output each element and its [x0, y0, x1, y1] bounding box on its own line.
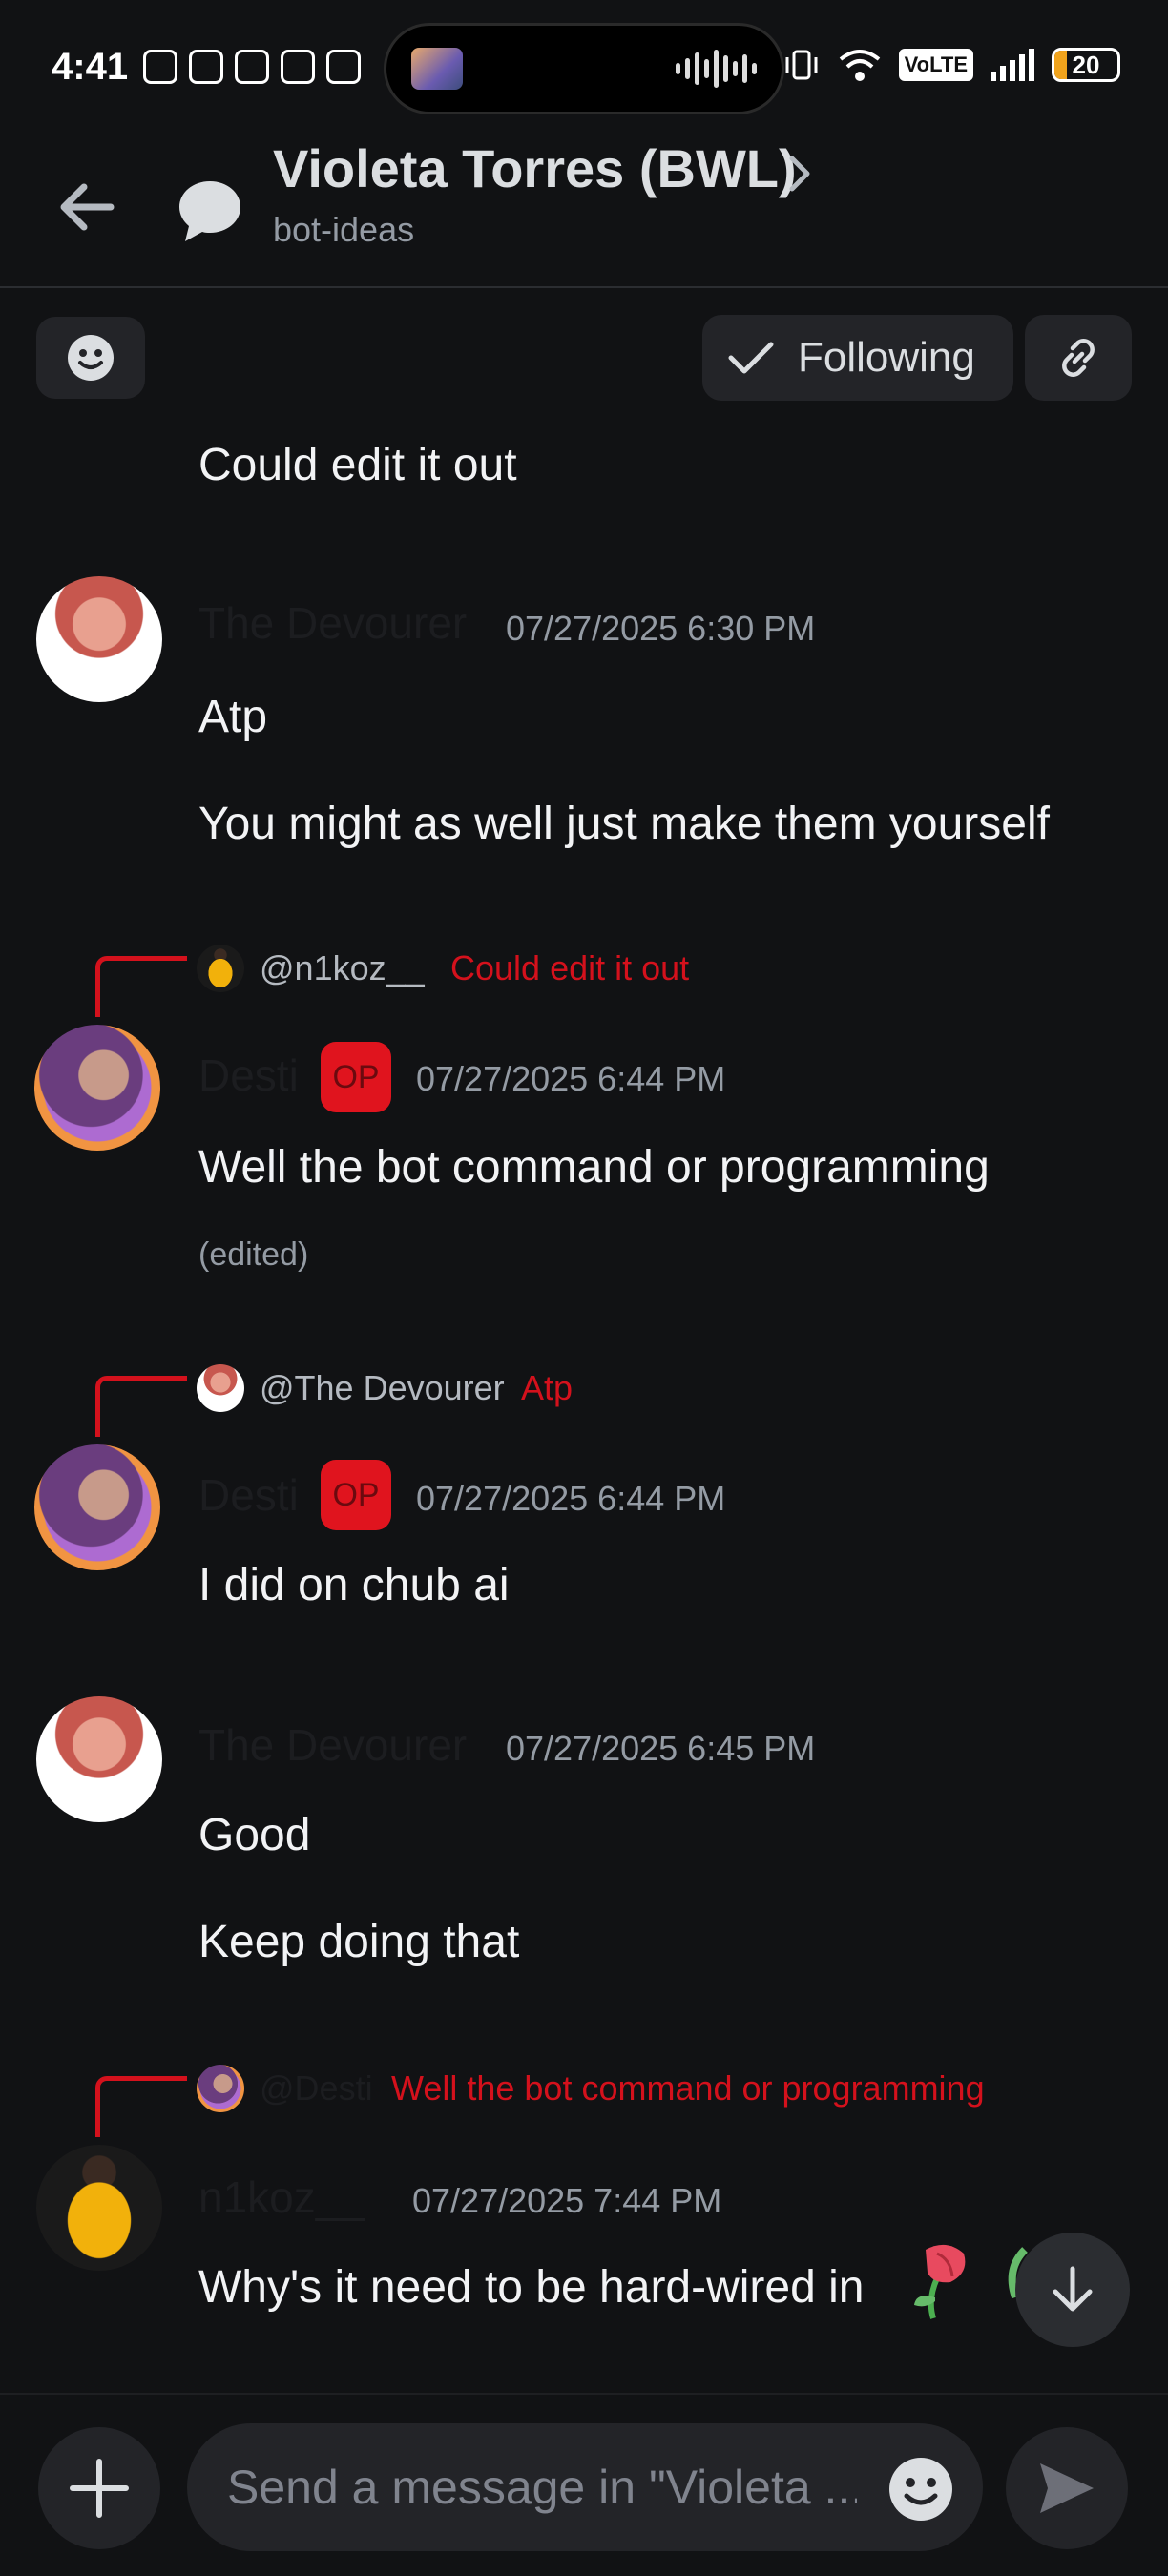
wifi-icon	[839, 50, 880, 81]
tiktok-icon	[281, 50, 316, 84]
reply-preview[interactable]: Atp	[521, 1368, 573, 1408]
chevron-right-icon[interactable]	[782, 151, 817, 197]
link-icon	[1062, 339, 1095, 377]
arrow-down-icon	[1053, 2266, 1093, 2312]
battery-level: 20	[1072, 50, 1100, 79]
message-text: Could edit it out	[198, 440, 517, 490]
volte-badge: VoLTE	[898, 49, 973, 81]
plus-icon	[70, 2459, 129, 2518]
channel-subtitle: bot-ideas	[273, 210, 415, 249]
nfc-icon	[143, 50, 178, 84]
channel-title[interactable]: Violeta Torres (BWL)	[273, 137, 797, 199]
instagram-icon	[326, 50, 362, 84]
avatar[interactable]	[36, 1696, 162, 1822]
reply-avatar	[197, 1364, 244, 1412]
vibrate-icon	[785, 50, 818, 80]
message-timestamp: 07/27/2025 6:44 PM	[416, 1059, 726, 1098]
add-attachment-button[interactable]	[38, 2427, 160, 2549]
send-icon	[1040, 2463, 1094, 2513]
status-right: VoLTE 20	[782, 46, 1120, 84]
message-text: Why's it need to be hard-wired in	[198, 2262, 865, 2313]
message-text: I did on chub ai	[198, 1560, 510, 1610]
send-button[interactable]	[1006, 2427, 1128, 2549]
reply-author[interactable]: @The Devourer	[260, 1368, 505, 1408]
message-input-wrapper	[187, 2423, 983, 2551]
avatar[interactable]	[34, 1444, 160, 1570]
thread-toolbar: Following	[0, 288, 1168, 422]
checkmark-icon	[728, 342, 774, 374]
message-author[interactable]: The Devourer	[198, 597, 467, 649]
message-input[interactable]	[227, 2460, 857, 2515]
channel-header: Violeta Torres (BWL) bot-ideas	[0, 134, 1168, 288]
reply-author[interactable]: @Desti	[260, 2068, 373, 2109]
status-time: 4:41	[52, 45, 129, 88]
message-timestamp: 07/27/2025 6:30 PM	[506, 609, 816, 648]
message-timestamp: 07/27/2025 7:44 PM	[412, 2181, 722, 2220]
signal-icon	[991, 49, 1034, 81]
avatar[interactable]	[36, 576, 162, 702]
message-composer	[0, 2393, 1168, 2576]
instagram-icon	[235, 50, 270, 84]
reply-avatar	[197, 2065, 244, 2112]
avatar[interactable]	[36, 2145, 162, 2271]
reply-preview[interactable]: Well the bot command or programming	[391, 2068, 985, 2109]
message-author[interactable]: Desti	[198, 1469, 299, 1521]
reply-connector	[95, 1376, 187, 1437]
emoji-picker-icon[interactable]	[887, 2456, 954, 2523]
reply-avatar	[197, 945, 244, 992]
media-thumbnail	[411, 48, 463, 90]
copy-link-button[interactable]	[1025, 315, 1132, 401]
battery-icon: 20	[1052, 48, 1120, 82]
message-text: Good	[198, 1810, 311, 1860]
message-text: Keep doing that	[198, 1917, 520, 1967]
avatar[interactable]	[34, 1025, 160, 1151]
back-arrow-icon[interactable]	[53, 174, 120, 240]
message-text: You might as well just make them yoursel…	[198, 799, 1050, 849]
message-timestamp: 07/27/2025 6:44 PM	[416, 1479, 726, 1518]
op-badge: OP	[321, 1460, 391, 1530]
reply-preview[interactable]: Could edit it out	[450, 948, 689, 988]
message-timestamp: 07/27/2025 6:45 PM	[506, 1729, 816, 1768]
audio-wave-icon	[676, 50, 757, 88]
edited-label: (edited)	[198, 1236, 309, 1273]
reply-connector	[95, 2076, 187, 2137]
scroll-to-bottom-button[interactable]	[1015, 2233, 1130, 2347]
message-author[interactable]: Desti	[198, 1049, 299, 1101]
thread-bubble-icon	[179, 181, 240, 241]
message-text: Well the bot command or programming	[198, 1142, 990, 1193]
message-text: Atp	[198, 692, 268, 742]
smiley-icon	[68, 335, 114, 381]
reply-connector	[95, 956, 187, 1017]
message-author[interactable]: n1koz__	[198, 2171, 365, 2223]
dynamic-island	[384, 23, 784, 114]
op-badge: OP	[321, 1042, 391, 1112]
message-author[interactable]: The Devourer	[198, 1719, 467, 1771]
following-button[interactable]: Following	[702, 315, 1013, 401]
x-app-icon	[189, 50, 224, 84]
reply-author[interactable]: @n1koz__	[260, 948, 425, 988]
emoji-reaction-button[interactable]	[36, 317, 145, 399]
notification-icons	[143, 50, 362, 84]
following-label: Following	[798, 334, 975, 381]
wilted-rose-emoji-icon	[914, 2244, 966, 2319]
